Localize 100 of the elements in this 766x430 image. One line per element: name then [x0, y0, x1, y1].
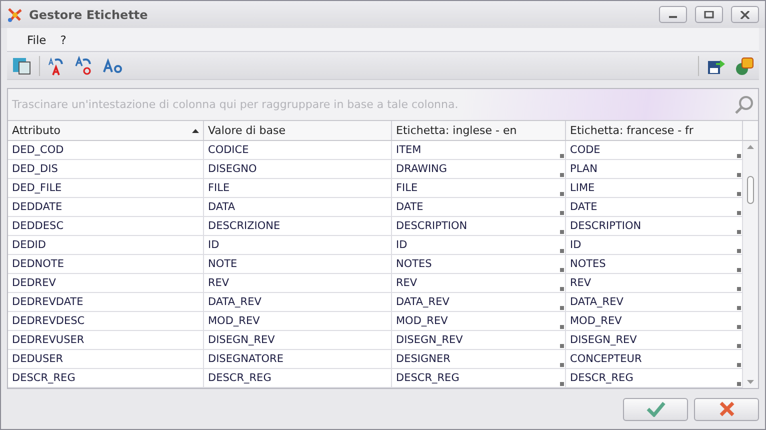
resize-handle-icon[interactable] [560, 230, 564, 234]
table-cell: DESCR_REG [204, 369, 392, 388]
window-title: Gestore Etichette [29, 8, 149, 22]
minimize-button[interactable] [659, 6, 687, 23]
table-cell: ID [392, 236, 566, 255]
scroll-down-icon [747, 380, 754, 384]
resize-handle-icon[interactable] [560, 249, 564, 253]
resize-handle-icon[interactable] [560, 268, 564, 272]
resize-handle-icon[interactable] [560, 306, 564, 310]
table-cell: DEDNOTE [8, 255, 204, 274]
table-cell: DESCRIZIONE [204, 217, 392, 236]
table-cell: DEDUSER [8, 350, 204, 369]
resize-handle-icon[interactable] [737, 154, 741, 158]
resize-handle-icon[interactable] [737, 382, 741, 386]
table-cell: CONCEPTEUR [566, 350, 743, 369]
resize-handle-icon[interactable] [560, 154, 564, 158]
table-cell: DATA [204, 198, 392, 217]
column-title: Etichetta: francese - fr [570, 124, 694, 137]
table-cell: NOTES [392, 255, 566, 274]
table-cell: REV [204, 274, 392, 293]
resize-handle-icon[interactable] [737, 192, 741, 196]
resize-handle-icon[interactable] [737, 211, 741, 215]
table-cell: MOD_REV [566, 312, 743, 331]
table-cell: ID [204, 236, 392, 255]
scrollbar-thumb[interactable] [747, 176, 754, 204]
close-icon [740, 10, 750, 18]
table-cell: DATE [392, 198, 566, 217]
table-cell: DEDREVUSER [8, 331, 204, 350]
resize-handle-icon[interactable] [560, 382, 564, 386]
scrollbar[interactable] [743, 141, 758, 388]
font-case-icon[interactable] [102, 56, 124, 74]
table-cell: DISEGN_REV [204, 331, 392, 350]
table-cell: DESCR_REG [392, 369, 566, 388]
column-header[interactable]: Etichetta: francese - fr [566, 121, 743, 140]
resize-handle-icon[interactable] [560, 287, 564, 291]
table-cell: LIME [566, 179, 743, 198]
resize-handle-icon[interactable] [560, 173, 564, 177]
menu-item[interactable]: File [27, 32, 46, 46]
close-button[interactable] [731, 6, 759, 23]
table-cell: DISEGNATORE [204, 350, 392, 369]
table-cell: NOTES [566, 255, 743, 274]
resize-handle-icon[interactable] [560, 344, 564, 348]
checkmark-icon [646, 401, 666, 417]
table-cell: DATE [566, 198, 743, 217]
close-icon [718, 401, 734, 417]
table-cell: DATA_REV [204, 293, 392, 312]
table-cell: PLAN [566, 160, 743, 179]
table-cell: REV [566, 274, 743, 293]
scroll-up-icon[interactable] [747, 145, 754, 149]
table-cell: FILE [392, 179, 566, 198]
search-icon[interactable] [734, 94, 754, 114]
resize-handle-icon[interactable] [560, 363, 564, 367]
resize-handle-icon[interactable] [737, 287, 741, 291]
app-logo-icon [7, 6, 23, 22]
sort-ascending-icon [192, 128, 199, 132]
table-cell: DISEGN_REV [392, 331, 566, 350]
table-cell: MOD_REV [204, 312, 392, 331]
ok-button[interactable] [623, 398, 688, 420]
resize-handle-icon[interactable] [737, 173, 741, 177]
table-cell: DESCR_REG [566, 369, 743, 388]
table-cell: REV [392, 274, 566, 293]
table-cell: DATA_REV [392, 293, 566, 312]
table-cell: DEDDESC [8, 217, 204, 236]
table-cell: DEDREVDATE [8, 293, 204, 312]
group-by-hint: Trascinare un'intestazione di colonna qui per raggruppare in base a tale colonna. [12, 98, 460, 111]
table-cell: DESCR_REG [8, 369, 204, 388]
resize-handle-icon[interactable] [737, 249, 741, 253]
table-cell: DEDID [8, 236, 204, 255]
table-cell: DEDREV [8, 274, 204, 293]
maximize-icon [704, 10, 714, 18]
table-cell: DEDDATE [8, 198, 204, 217]
resize-handle-icon[interactable] [737, 306, 741, 310]
resize-handle-icon[interactable] [737, 230, 741, 234]
column-header[interactable]: Valore di base [204, 121, 392, 140]
table-cell: DISEGNO [204, 160, 392, 179]
table-cell: DESCRIPTION [392, 217, 566, 236]
cancel-button[interactable] [694, 398, 759, 420]
table-cell: ITEM [392, 141, 566, 160]
table-cell: FILE [204, 179, 392, 198]
resize-handle-icon[interactable] [560, 192, 564, 196]
table-cell: DISEGN_REV [566, 331, 743, 350]
table-cell: ID [566, 236, 743, 255]
resize-handle-icon[interactable] [737, 363, 741, 367]
column-title: Etichetta: inglese - en [396, 124, 517, 137]
resize-handle-icon[interactable] [737, 325, 741, 329]
resize-handle-icon[interactable] [560, 325, 564, 329]
column-title: Valore di base [208, 124, 286, 137]
table-cell: DRAWING [392, 160, 566, 179]
table-cell: CODE [566, 141, 743, 160]
menu-item[interactable]: ? [60, 32, 66, 46]
maximize-button[interactable] [695, 6, 723, 23]
resize-handle-icon[interactable] [737, 268, 741, 272]
resize-handle-icon[interactable] [560, 211, 564, 215]
column-header[interactable]: Attributo [8, 121, 204, 140]
table-cell: MOD_REV [392, 312, 566, 331]
table-cell: DESCRIPTION [566, 217, 743, 236]
column-header[interactable]: Etichetta: inglese - en [392, 121, 566, 140]
resize-handle-icon[interactable] [737, 344, 741, 348]
column-title: Attributo [12, 124, 61, 137]
table-cell: DEDREVDESC [8, 312, 204, 331]
